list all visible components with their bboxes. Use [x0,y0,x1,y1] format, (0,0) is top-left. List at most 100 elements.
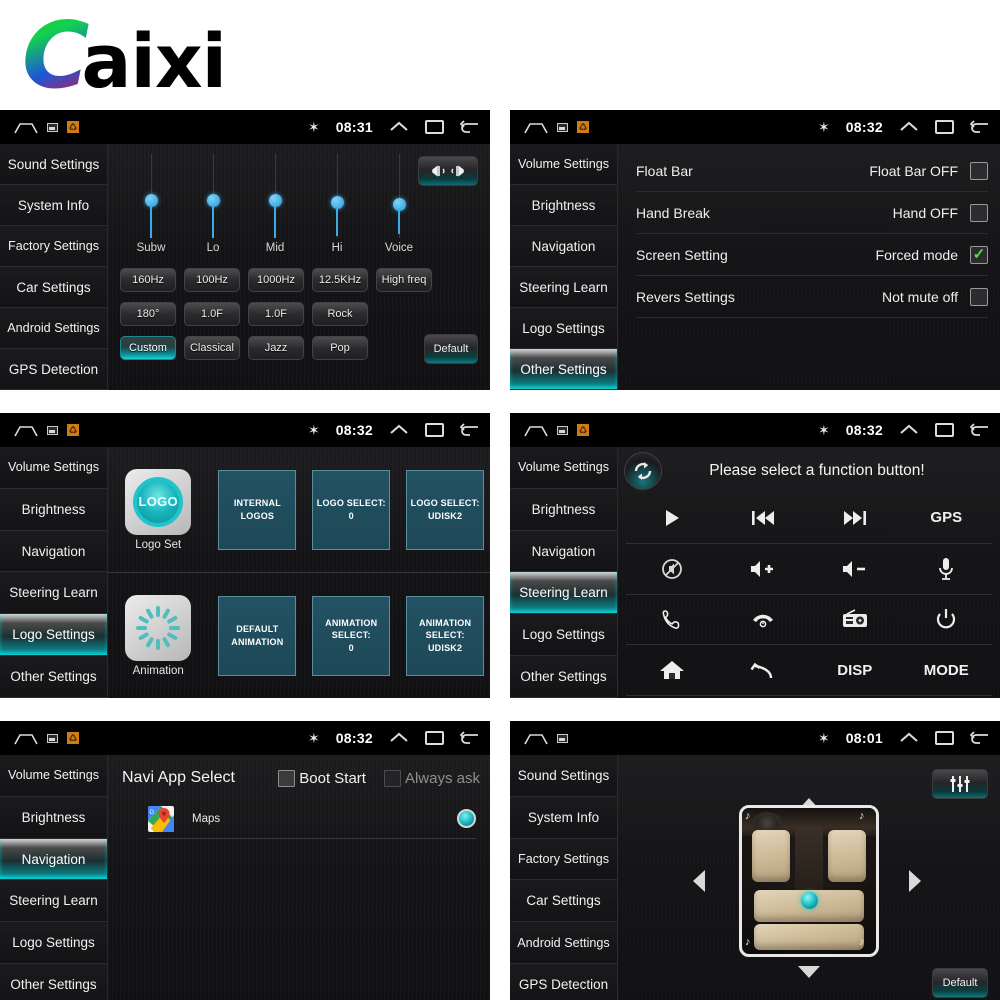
home-icon[interactable] [524,121,548,134]
equalizer-button[interactable] [932,769,988,799]
phone-icon[interactable] [626,595,718,646]
tile-default-animation[interactable]: DEFAULT ANIMATION [218,595,297,676]
sidebar-item-navigation[interactable]: Navigation [510,530,617,573]
chevron-up-icon[interactable] [899,731,919,745]
sidebar-item-factory-settings[interactable]: Factory Settings [510,838,617,881]
gps-button[interactable]: GPS [900,493,992,544]
back-icon[interactable] [969,422,990,438]
option-checkbox[interactable] [970,161,988,180]
eq-btn-12-5khz[interactable]: 12.5KHz [312,268,368,292]
eq-btn-pop[interactable]: Pop [312,336,368,360]
animation-preview-icon[interactable] [125,594,192,661]
checkbox-box[interactable] [383,769,401,787]
boot-start-checkbox[interactable]: Boot Start [278,769,366,787]
app-radio-selected[interactable] [457,809,476,828]
sidebar-item-logo-settings[interactable]: Logo Settings [510,308,617,349]
logo-preview-icon[interactable]: LOGO [125,468,192,535]
back-icon[interactable] [459,119,480,135]
fader-right-arrow[interactable] [908,869,922,898]
sidebar-item-brightness[interactable]: Brightness [510,185,617,226]
tile-animation-select-udisk2[interactable]: ANIMATION SELECT: UDISK2 [406,595,485,676]
default-button[interactable]: Default [932,968,988,998]
car-interior-image[interactable]: ♪ ♪ ♪ ♪ [739,804,879,957]
eq-btn-q2[interactable]: 1.0F [248,302,304,326]
option-checkbox-checked[interactable]: ✓ [970,245,988,264]
fader-position-dot[interactable] [801,892,818,910]
option-row-screen-setting[interactable]: Screen Setting Forced mode ✓ [636,234,988,276]
sidebar-item-volume-settings[interactable]: Volume Settings [0,447,107,489]
sidebar-item-navigation[interactable]: Navigation [0,838,107,881]
volume-down-icon[interactable] [809,544,901,595]
eq-btn-classical[interactable]: Classical [184,336,240,360]
eq-thumb[interactable] [330,196,344,209]
sidebar-item-logo-settings[interactable]: Logo Settings [510,614,617,657]
back-icon[interactable] [969,119,990,135]
option-checkbox[interactable] [970,287,988,306]
sidebar-item-factory-settings[interactable]: Factory Settings [0,226,107,267]
power-icon[interactable] [900,595,992,646]
sidebar-item-gps-detection[interactable]: GPS Detection [510,964,617,1000]
eq-btn-q1[interactable]: 1.0F [184,302,240,326]
previous-icon[interactable] [717,493,809,544]
sidebar-item-system-info[interactable]: System Info [510,796,617,839]
back-icon[interactable] [969,730,990,746]
sidebar-item-other-settings[interactable]: Other Settings [510,656,617,698]
home-icon[interactable] [524,424,548,437]
sidebar-item-steering-learn[interactable]: Steering Learn [0,880,107,923]
option-row-float-bar[interactable]: Float Bar Float Bar OFF [636,150,988,192]
chevron-up-icon[interactable] [899,423,919,437]
mode-button[interactable]: MODE [900,645,992,696]
option-row-revers-settings[interactable]: Revers Settings Not mute off [636,276,988,318]
home-icon[interactable] [524,732,548,745]
sidebar-item-other-settings[interactable]: Other Settings [0,964,107,1000]
sidebar-item-other-settings[interactable]: Other Settings [510,349,617,390]
sidebar-item-volume-settings[interactable]: Volume Settings [510,144,617,185]
home-icon[interactable] [14,732,38,745]
recents-icon[interactable] [935,120,954,134]
sidebar-item-navigation[interactable]: Navigation [510,226,617,267]
recents-icon[interactable] [935,423,954,437]
sidebar-item-volume-settings[interactable]: Volume Settings [510,447,617,489]
sidebar-item-system-info[interactable]: System Info [0,185,107,226]
sidebar-item-car-settings[interactable]: Car Settings [510,880,617,923]
mute-icon[interactable] [626,544,718,595]
default-button[interactable]: Default [424,334,478,364]
eq-btn-rock[interactable]: Rock [312,302,368,326]
undo-icon[interactable] [717,645,809,696]
sidebar-item-brightness[interactable]: Brightness [0,488,107,531]
recents-icon[interactable] [425,731,444,745]
sidebar-item-logo-settings[interactable]: Logo Settings [0,614,107,657]
balance-button[interactable] [418,156,478,186]
home-icon[interactable] [14,424,38,437]
sidebar-item-logo-settings[interactable]: Logo Settings [0,922,107,965]
sidebar-item-other-settings[interactable]: Other Settings [0,656,107,698]
back-icon[interactable] [459,422,480,438]
fader-left-arrow[interactable] [692,869,706,898]
house-icon[interactable] [626,645,718,696]
sidebar-item-navigation[interactable]: Navigation [0,530,107,573]
tile-logo-select-udisk2[interactable]: LOGO SELECT: UDISK2 [406,469,485,550]
eq-band-hi[interactable]: Hi [306,152,368,264]
eq-band-lo[interactable]: Lo [182,152,244,264]
chevron-up-icon[interactable] [389,423,409,437]
sidebar-item-steering-learn[interactable]: Steering Learn [510,572,617,615]
always-ask-checkbox[interactable]: Always ask [383,769,480,787]
tile-internal-logos[interactable]: INTERNAL LOGOS [218,469,297,550]
sidebar-item-sound-settings[interactable]: Sound Settings [510,755,617,797]
eq-band-subw[interactable]: Subw [120,152,182,264]
home-icon[interactable] [14,121,38,134]
sidebar-item-gps-detection[interactable]: GPS Detection [0,349,107,390]
eq-thumb[interactable] [268,194,282,207]
option-checkbox[interactable] [970,203,988,222]
recents-icon[interactable] [935,731,954,745]
eq-btn-high-freq[interactable]: High freq [376,268,432,292]
eq-band-mid[interactable]: Mid [244,152,306,264]
eq-thumb[interactable] [206,194,220,207]
sidebar-item-android-settings[interactable]: Android Settings [0,308,107,349]
volume-up-icon[interactable] [717,544,809,595]
sidebar-item-steering-learn[interactable]: Steering Learn [0,572,107,615]
sidebar-item-volume-settings[interactable]: Volume Settings [0,755,107,797]
sidebar-item-steering-learn[interactable]: Steering Learn [510,267,617,308]
eq-btn-jazz[interactable]: Jazz [248,336,304,360]
list-item[interactable]: G Maps [148,799,476,839]
